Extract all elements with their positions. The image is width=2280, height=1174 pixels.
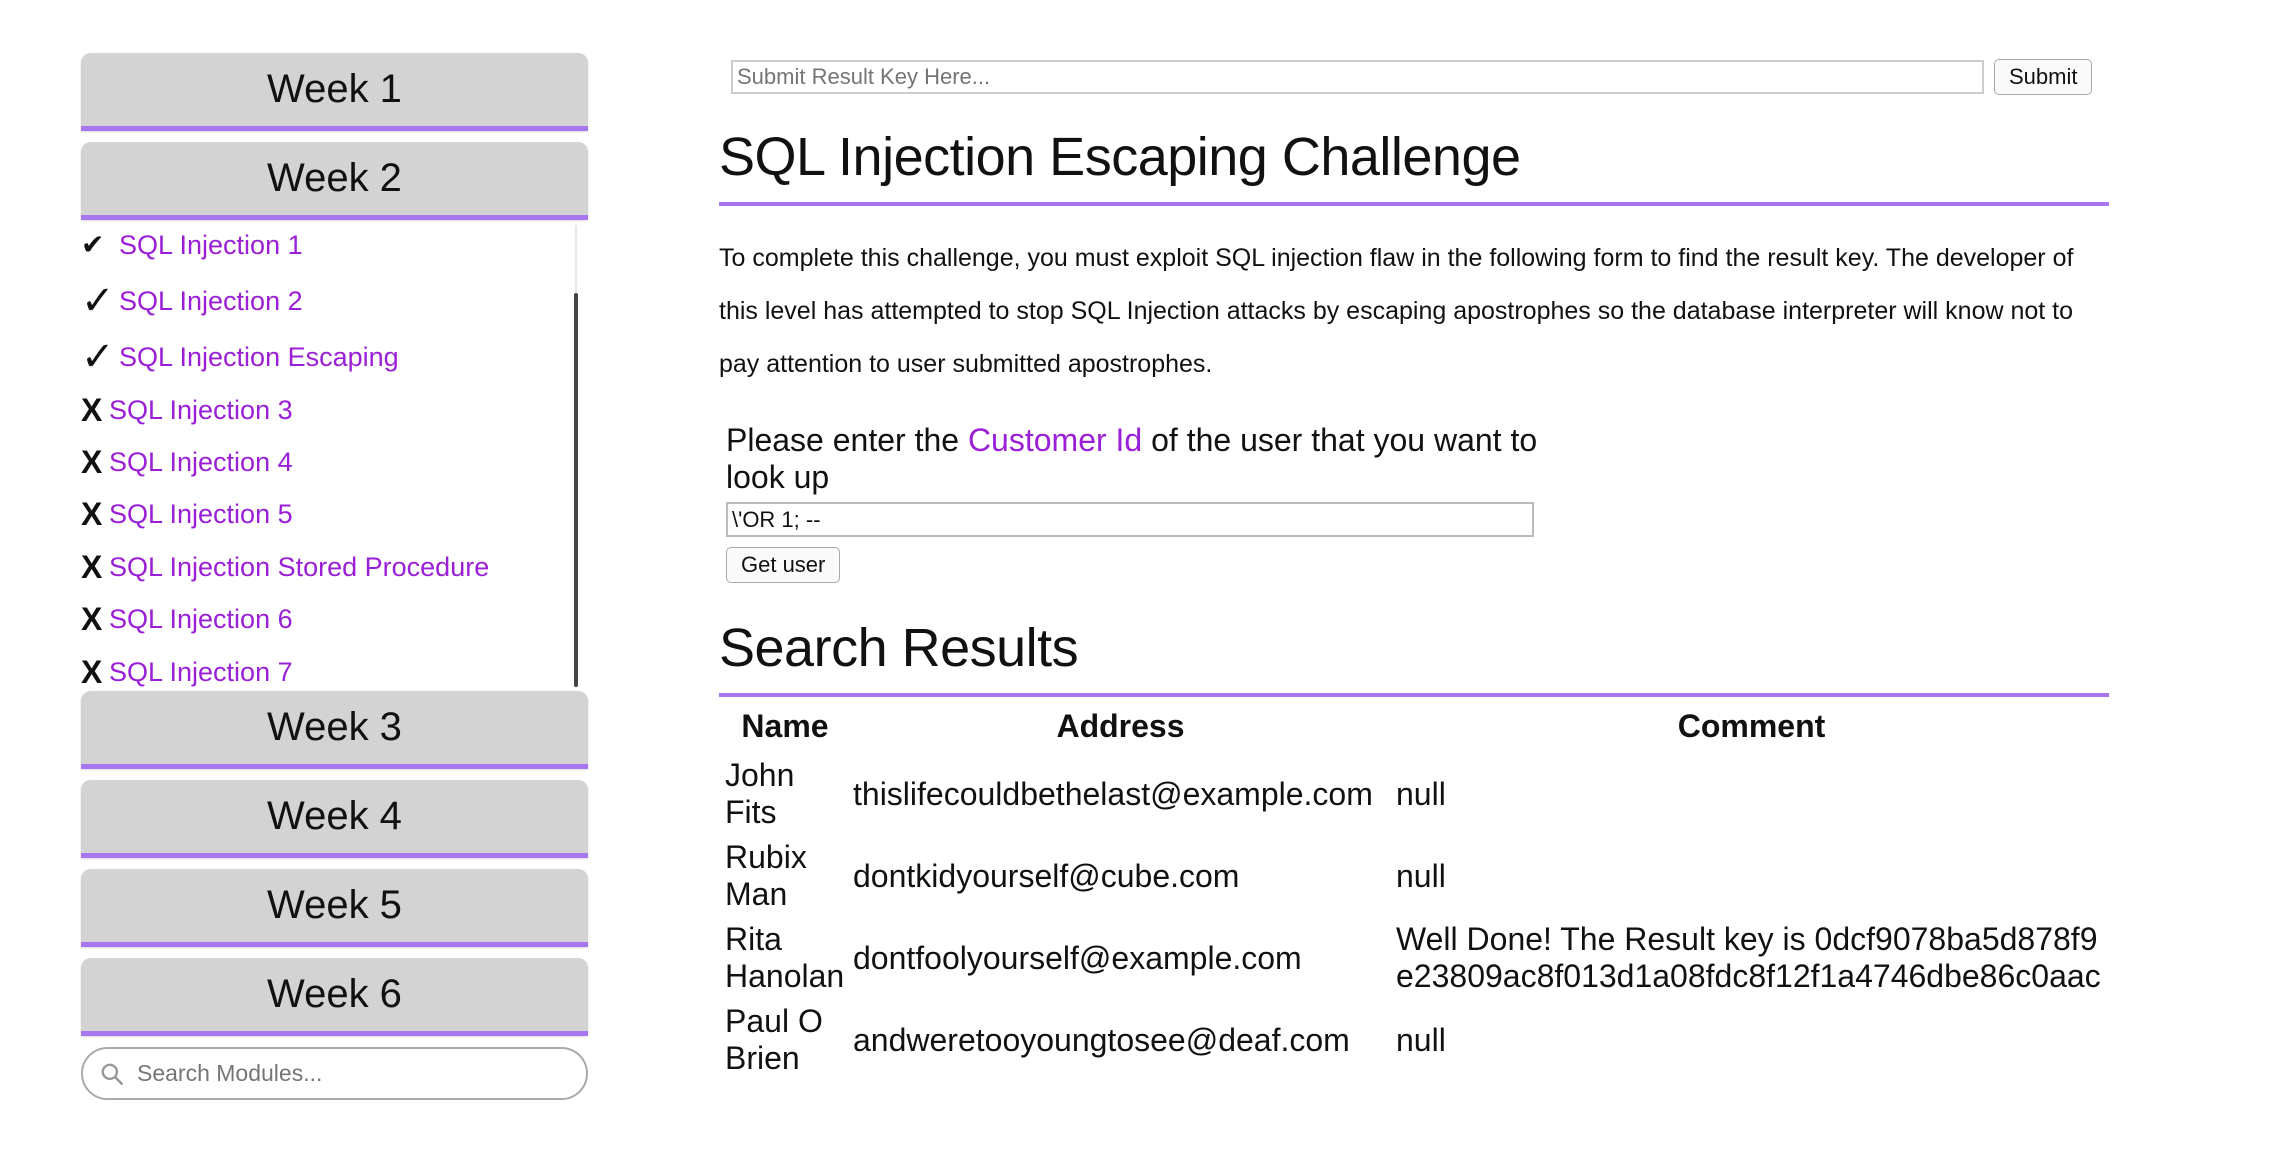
cell-address: dontfoolyourself@example.com (853, 939, 1302, 976)
column-header-comment: Comment (1677, 708, 1826, 744)
module-item-sql-injection-3[interactable]: X SQL Injection 3 (81, 390, 293, 430)
column-header-name: Name (741, 708, 829, 744)
submit-key-button[interactable]: Submit (1994, 59, 2093, 95)
checkmark-icon: ✓ (81, 335, 115, 379)
cross-icon: X (81, 496, 103, 532)
module-item-sql-injection-5[interactable]: X SQL Injection 5 (81, 494, 293, 534)
cell-name: John Fits (725, 757, 795, 830)
module-item-sql-injection-1[interactable]: ✔ SQL Injection 1 (81, 225, 303, 265)
cell-name: Rita Hanolan (725, 921, 845, 994)
module-link[interactable]: SQL Injection 4 (109, 447, 293, 478)
module-list-scrollbar[interactable] (568, 225, 584, 687)
cell-name: Paul O Brien (725, 1003, 823, 1076)
challenge-description: To complete this challenge, you must exp… (719, 244, 2074, 378)
table-header-row: Name Address Comment (721, 704, 2111, 753)
cell-comment: Well Done! The Result key is 0dcf9078ba5… (1396, 921, 2101, 994)
cell-comment: null (1396, 775, 1446, 812)
result-key-bar: Submit (731, 59, 2093, 95)
module-search-box[interactable] (81, 1047, 588, 1100)
result-key-input[interactable] (731, 60, 1984, 94)
cell-address: dontkidyourself@cube.com (853, 857, 1240, 894)
module-item-sql-injection-stored-procedure[interactable]: X SQL Injection Stored Procedure (81, 547, 489, 587)
cross-icon: X (81, 601, 103, 637)
module-search-input[interactable] (135, 1059, 559, 1088)
cell-comment: null (1396, 857, 1446, 894)
module-item-sql-injection-6[interactable]: X SQL Injection 6 (81, 599, 293, 639)
customer-id-input[interactable] (726, 502, 1534, 537)
cell-address: andweretooyoungtosee@deaf.com (853, 1021, 1350, 1058)
module-link[interactable]: SQL Injection Escaping (119, 342, 399, 373)
search-results-title: Search Results (719, 617, 2109, 697)
cross-icon: X (81, 392, 103, 428)
checkmark-icon: ✔ (81, 229, 105, 260)
cross-icon: X (81, 654, 103, 690)
week-6-button[interactable]: Week 6 (81, 958, 588, 1036)
page-title: SQL Injection Escaping Challenge (719, 126, 2109, 206)
lookup-prompt: Please enter the Customer Id of the user… (726, 422, 1546, 496)
customer-id-highlight: Customer Id (967, 422, 1143, 458)
checkmark-icon: ✓ (81, 279, 115, 323)
week-5-button[interactable]: Week 5 (81, 869, 588, 947)
module-item-sql-injection-escaping[interactable]: ✓ SQL Injection Escaping (81, 337, 399, 377)
cell-name: Rubix Man (725, 839, 807, 912)
module-item-sql-injection-7[interactable]: X SQL Injection 7 (81, 652, 293, 692)
week-4-button[interactable]: Week 4 (81, 780, 588, 858)
results-table: Name Address Comment John Fits thislifec… (721, 704, 2111, 1081)
sidebar: Week 1 Week 2 ✔ SQL Injection 1 ✓ SQL In… (81, 53, 588, 1100)
cross-icon: X (81, 549, 103, 585)
lookup-form: Please enter the Customer Id of the user… (726, 422, 1546, 583)
module-list: ✔ SQL Injection 1 ✓ SQL Injection 2 ✓ SQ… (81, 225, 588, 688)
cross-icon: X (81, 444, 103, 480)
module-link[interactable]: SQL Injection 3 (109, 395, 293, 426)
week-2-button[interactable]: Week 2 (81, 142, 588, 220)
week-3-button[interactable]: Week 3 (81, 691, 588, 769)
table-row: Paul O Brien andweretooyoungtosee@deaf.c… (721, 999, 2111, 1081)
scrollbar-thumb[interactable] (574, 293, 578, 687)
cell-comment: null (1396, 1021, 1446, 1058)
search-icon (101, 1063, 124, 1085)
get-user-button[interactable]: Get user (726, 547, 841, 583)
module-item-sql-injection-2[interactable]: ✓ SQL Injection 2 (81, 281, 303, 321)
table-row: Rubix Man dontkidyourself@cube.com null (721, 835, 2111, 917)
module-link[interactable]: SQL Injection 7 (109, 657, 293, 688)
week-1-button[interactable]: Week 1 (81, 53, 588, 131)
module-link[interactable]: SQL Injection Stored Procedure (109, 552, 489, 583)
module-link[interactable]: SQL Injection 1 (119, 230, 303, 261)
module-item-sql-injection-4[interactable]: X SQL Injection 4 (81, 442, 293, 482)
module-link[interactable]: SQL Injection 2 (119, 286, 303, 317)
table-row: Rita Hanolan dontfoolyourself@example.co… (721, 917, 2111, 999)
prompt-text: Please enter the (726, 422, 968, 458)
column-header-address: Address (1056, 708, 1185, 744)
module-link[interactable]: SQL Injection 5 (109, 499, 293, 530)
table-row: John Fits thislifecouldbethelast@example… (721, 753, 2111, 835)
cell-address: thislifecouldbethelast@example.com (853, 775, 1373, 812)
module-link[interactable]: SQL Injection 6 (109, 604, 293, 635)
